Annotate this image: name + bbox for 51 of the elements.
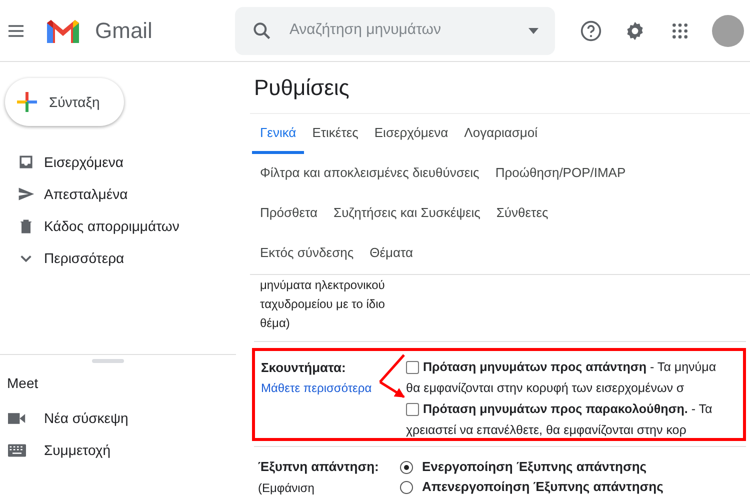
option-text: Πρόταση μηνυμάτων προς απάντηση - Τα μηνύμα [423,359,716,376]
settings-tab[interactable]: Προώθηση/POP/IMAP [487,154,634,194]
plus-icon [15,90,39,114]
setting-label: Σκουντήματα: [261,359,347,377]
help-icon[interactable] [580,20,602,42]
sidebar-item[interactable]: Περισσότερα [0,242,250,274]
checkbox[interactable] [406,403,419,416]
option-label: Απενεργοποίηση Έξυπνης απάντησης [422,478,664,496]
sidebar-item[interactable]: Κάδος απορριμμάτων [0,210,250,242]
apps-grid-icon[interactable] [670,20,690,40]
search-input[interactable]: Αναζήτηση μηνυμάτων [289,19,528,42]
settings-tab[interactable]: Φίλτρα και αποκλεισμένες διευθύνσεις [252,154,488,194]
page-title: Ρυθμίσεις [250,62,750,114]
option-description: χρειαστεί να επανέλθετε, θα εμφανίζονται στην κορ [406,422,688,438]
learn-more-link[interactable]: Μάθετε περισσότερα [261,378,372,399]
sidebar-item[interactable]: Εισερχόμενα [0,146,250,178]
description-text: μηνύματα ηλεκτρονικού [260,277,386,294]
settings-tab[interactable]: Συζητήσεις και Συσκέψεις [326,194,488,234]
setting-label: Έξυπνη απάντηση: [258,458,380,476]
compose-button[interactable]: Σύνταξη [5,78,124,126]
option-text: Πρόταση μηνυμάτων προς παρακολούθηση. - Τα [423,401,712,418]
meet-item[interactable]: Συμμετοχή [0,434,250,466]
settings-tab[interactable]: Θέματα [362,234,421,274]
settings-tab[interactable]: Εισερχόμενα [366,114,456,154]
radio-button[interactable] [400,480,413,494]
search-field[interactable]: Αναζήτηση μηνυμάτων [235,6,556,54]
settings-tab[interactable]: Λογαριασμοί [456,114,546,154]
chevron-down-icon [20,254,32,262]
inbox-icon [17,153,35,171]
description-text: ταχυδρομείου με το ίδιο [260,296,386,313]
checkbox[interactable] [406,361,419,374]
option-description: θα εμφανίζονται στην κορυφή των εισερχομένων σ [406,380,686,397]
settings-tab[interactable]: Γενικά [252,114,304,154]
settings-tab[interactable]: Σύνθετες [488,194,556,234]
settings-tab[interactable]: Εκτός σύνδεσης [252,234,362,274]
video-camera-icon [8,412,26,424]
meet-item[interactable]: Νέα σύσκεψη [0,402,250,434]
caret-icon[interactable] [528,28,540,34]
app-name: Gmail [95,17,152,45]
keyboard-icon [8,444,26,456]
settings-tab[interactable]: Ετικέτες [304,114,366,154]
radio-button[interactable] [400,460,413,474]
option-label: Ενεργοποίηση Έξυπνης απάντησης [422,458,647,476]
section-title: Meet [7,374,40,393]
sidebar-item[interactable]: Απεσταλμένα [0,178,250,210]
description-text: θέμα) [260,315,291,332]
settings-tab[interactable]: Πρόσθετα [252,194,326,234]
send-icon [17,185,35,203]
resize-handle[interactable] [92,359,124,363]
avatar[interactable] [712,14,744,46]
setting-note: (Εμφάνιση [258,480,316,497]
